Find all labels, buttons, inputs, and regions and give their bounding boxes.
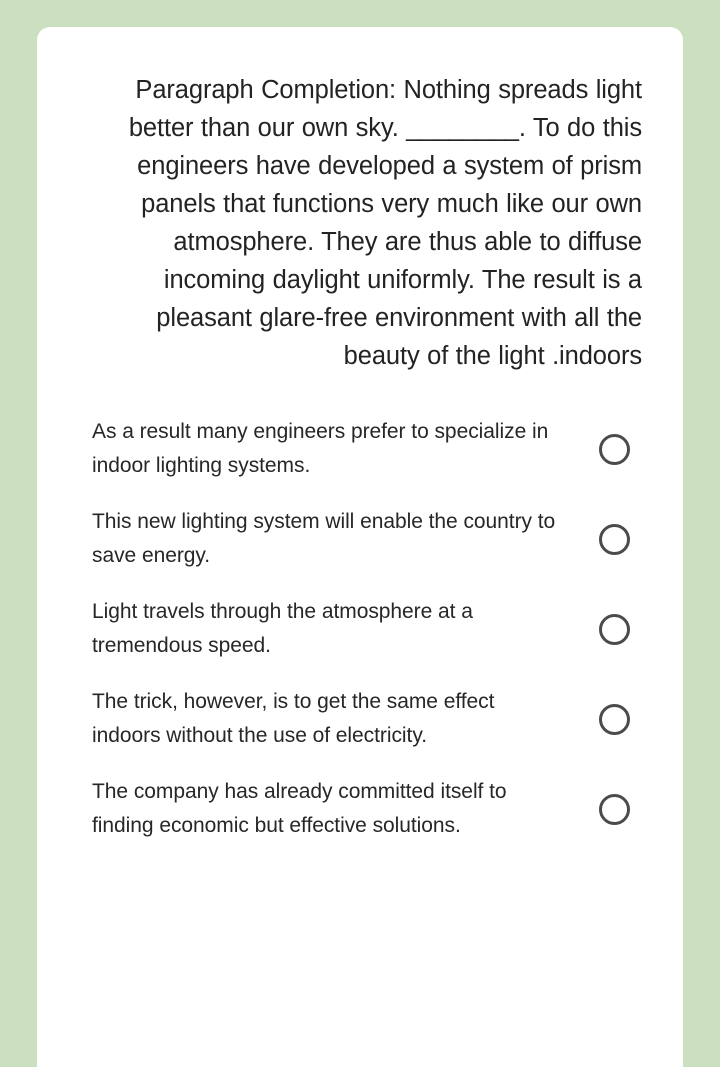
radio-button-option-5[interactable] [599,793,630,825]
option-label: Light travels through the atmosphere at … [92,600,473,657]
option-label: This new lighting system will enable the… [92,510,556,567]
radio-button-option-3[interactable] [599,613,630,645]
option-row[interactable]: As a result many engineers prefer to spe… [92,415,642,483]
option-row[interactable]: This new lighting system will enable the… [92,505,642,573]
radio-button-option-2[interactable] [599,523,630,555]
radio-button-option-4[interactable] [599,703,630,735]
option-label: As a result many engineers prefer to spe… [92,420,549,477]
option-label: The trick, however, is to get the same e… [92,690,495,747]
radio-button-option-1[interactable] [599,433,630,465]
question-block: Paragraph Completion: Nothing spreads li… [37,27,683,375]
option-row[interactable]: Light travels through the atmosphere at … [92,595,642,663]
options-list: As a result many engineers prefer to spe… [37,375,683,873]
option-label: The company has already committed itself… [92,780,507,837]
question-card: Paragraph Completion: Nothing spreads li… [37,27,683,1067]
option-row[interactable]: The trick, however, is to get the same e… [92,685,642,753]
question-text: Paragraph Completion: Nothing spreads li… [128,76,642,370]
option-row[interactable]: The company has already committed itself… [92,775,642,843]
